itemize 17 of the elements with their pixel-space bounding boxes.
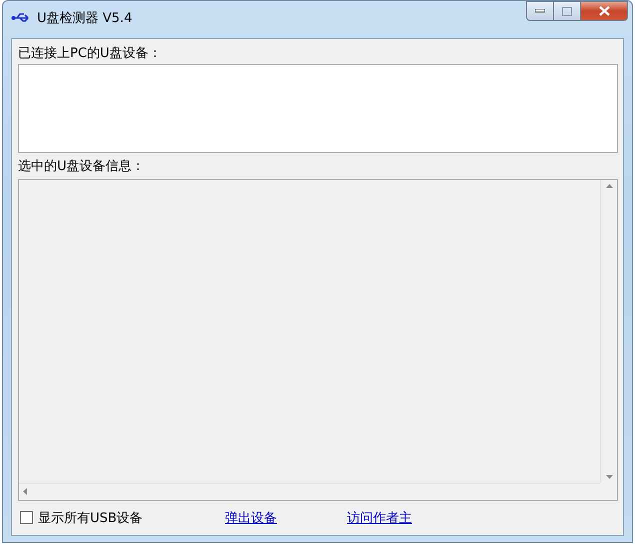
close-icon <box>598 6 610 16</box>
window-title: U盘检测器 V5.4 <box>37 10 132 26</box>
maximize-button[interactable] <box>554 1 581 21</box>
minimize-button[interactable] <box>526 1 554 21</box>
link[interactable]: 弹出设备 <box>225 508 277 527</box>
minimize-icon <box>535 9 545 13</box>
close-button[interactable] <box>581 1 628 21</box>
maximize-icon <box>562 6 572 16</box>
device-list[interactable] <box>18 64 618 153</box>
scroll-left-icon <box>23 488 27 496</box>
scroll-up-icon <box>606 184 612 188</box>
show-all-checkbox[interactable]: 显示所有USB设备 <box>20 508 225 527</box>
scroll-down-icon <box>606 474 612 479</box>
device-info-label: 选中的U盘设备信息： <box>18 158 146 175</box>
usb-icon <box>11 12 31 24</box>
link[interactable]: 访问作者主 <box>347 508 412 527</box>
device-list-label: 已连接上PC的U盘设备： <box>18 46 162 62</box>
